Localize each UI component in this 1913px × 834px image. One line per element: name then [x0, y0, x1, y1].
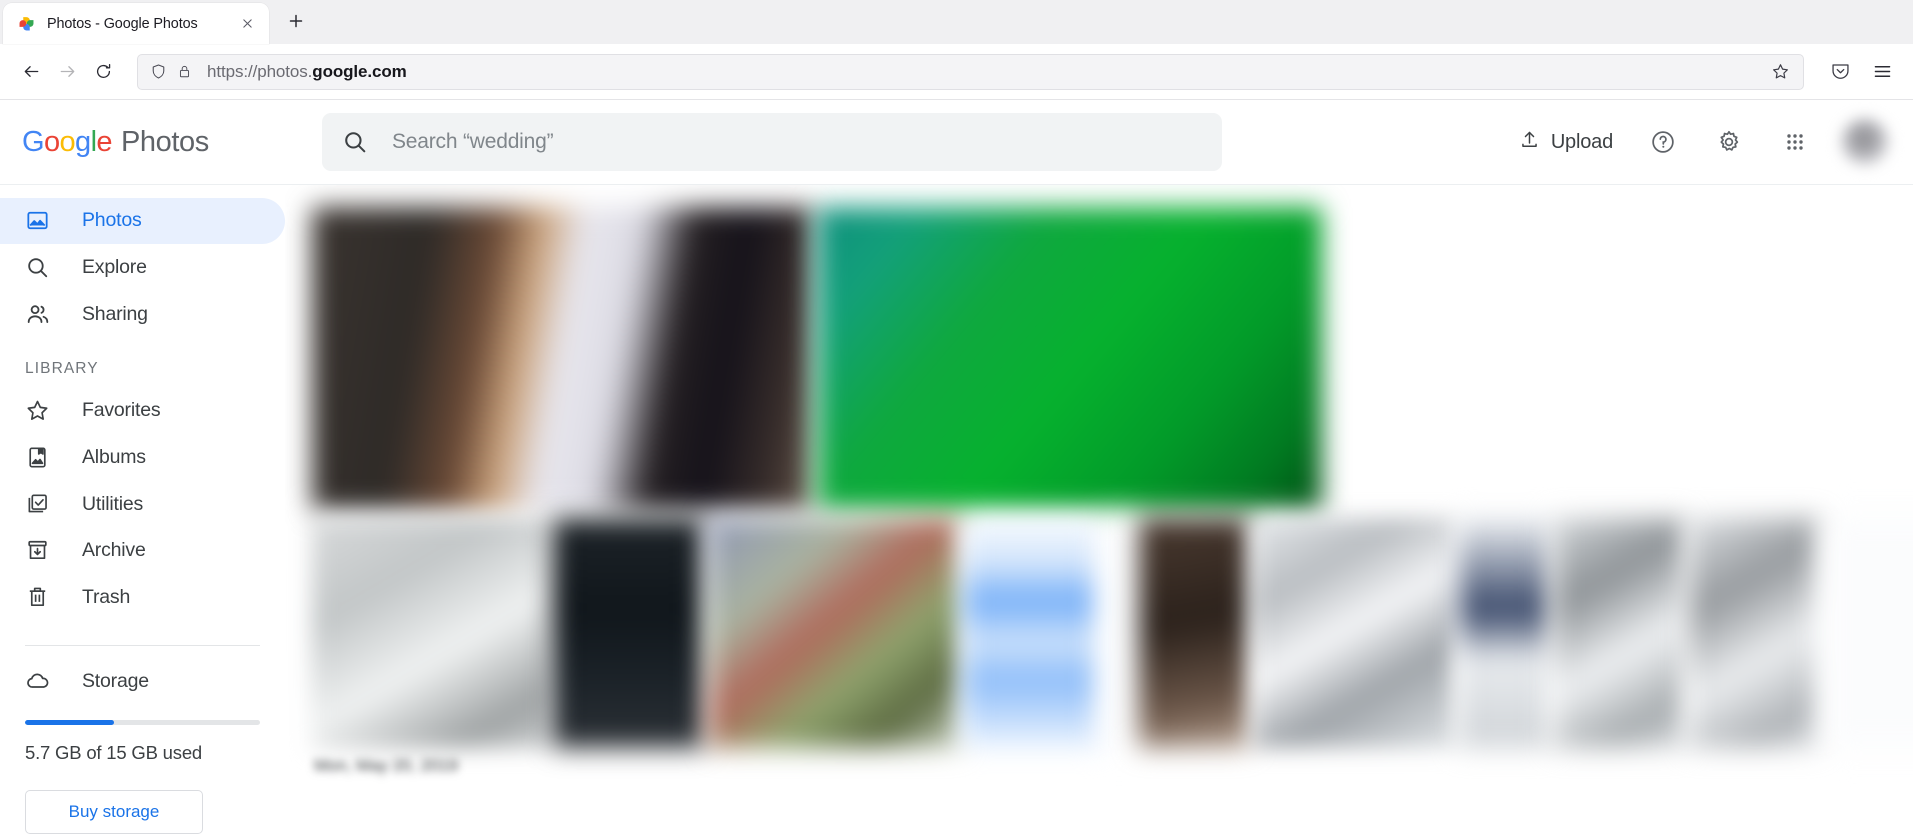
- photo-thumbnail[interactable]: [1824, 518, 1913, 748]
- upload-label: Upload: [1550, 130, 1613, 153]
- storage-progress-fill: [25, 720, 115, 726]
- tab-strip: Photos - Google Photos: [0, 0, 1913, 44]
- photo-thumbnail[interactable]: [1254, 518, 1454, 748]
- storage-usage-text: 5.7 GB of 15 GB used: [25, 742, 202, 764]
- google-photos-pinwheel-icon: [17, 14, 36, 33]
- photo-thumbnail[interactable]: [1459, 518, 1549, 748]
- close-icon[interactable]: [235, 12, 259, 36]
- sidebar-item-sharing[interactable]: Sharing: [0, 291, 285, 337]
- sidebar-item-favorites[interactable]: Favorites: [0, 388, 285, 434]
- sidebar-item-photos[interactable]: Photos: [0, 198, 285, 244]
- forward-arrow-icon[interactable]: [49, 54, 85, 90]
- google-photos-app: Google Photos Search “wedding” Upload Ph…: [0, 100, 1913, 834]
- new-tab-button[interactable]: [279, 6, 313, 40]
- sidebar: Photos Explore Sharing LIBRARY Favorites…: [0, 185, 285, 834]
- sidebar-item-label: Sharing: [82, 302, 148, 325]
- upload-icon: [1519, 129, 1540, 156]
- people-icon: [25, 301, 55, 327]
- browser-window: Photos - Google Photos https://photos.go…: [0, 0, 1913, 834]
- photo-group: [312, 207, 1913, 510]
- app-header: Google Photos Search “wedding” Upload: [0, 100, 1913, 185]
- sidebar-section-label: LIBRARY: [25, 359, 99, 377]
- photo-group-date: Mon, May 20, 2019: [314, 756, 458, 775]
- google-wordmark: Google: [22, 125, 113, 158]
- avatar[interactable]: [1841, 118, 1889, 166]
- header-actions: Upload: [1515, 118, 1889, 166]
- google-photos-logo[interactable]: Google Photos: [22, 126, 322, 159]
- trash-icon: [25, 585, 55, 610]
- photo-thumbnail[interactable]: [709, 518, 959, 748]
- help-circle-icon[interactable]: [1643, 122, 1683, 162]
- product-name: Photos: [120, 125, 209, 158]
- back-arrow-icon[interactable]: [13, 54, 49, 90]
- photo-thumbnail[interactable]: [1689, 518, 1819, 748]
- cloud-icon: [25, 668, 55, 694]
- star-outline-icon: [25, 398, 55, 423]
- storage-section: Storage 5.7 GB of 15 GB used Buy storage: [0, 646, 285, 834]
- sidebar-item-trash[interactable]: Trash: [0, 574, 285, 620]
- reload-icon[interactable]: [85, 54, 121, 90]
- photo-thumbnail[interactable]: [312, 207, 812, 510]
- sidebar-item-label: Trash: [82, 585, 131, 608]
- archive-box-icon: [25, 538, 55, 563]
- photo-thumbnail[interactable]: [1139, 518, 1249, 748]
- photo-thumbnail[interactable]: [817, 207, 1322, 510]
- upload-button[interactable]: Upload: [1515, 123, 1617, 162]
- star-icon[interactable]: [1765, 57, 1795, 87]
- url-bar[interactable]: https://photos.google.com: [137, 53, 1804, 90]
- photo-grid: Mon, May 20, 2019: [285, 185, 1913, 834]
- sidebar-item-label: Favorites: [82, 399, 161, 422]
- pocket-icon[interactable]: [1822, 54, 1858, 90]
- sidebar-item-label: Utilities: [82, 492, 144, 515]
- search-box[interactable]: [322, 113, 1222, 171]
- browser-tab[interactable]: Photos - Google Photos: [3, 3, 269, 44]
- storage-label: Storage: [82, 669, 149, 692]
- browser-navigation-bar: https://photos.google.com: [0, 44, 1913, 100]
- sidebar-item-utilities[interactable]: Utilities: [0, 481, 285, 527]
- storage-header[interactable]: Storage: [25, 668, 260, 694]
- search-icon: [342, 129, 368, 155]
- browser-toolbar-right: [1822, 54, 1900, 90]
- lock-icon[interactable]: [177, 64, 192, 79]
- sidebar-item-label: Explore: [82, 255, 147, 278]
- search-container: [322, 113, 1222, 171]
- tab-title: Photos - Google Photos: [47, 15, 198, 32]
- storage-progress-bar: [25, 720, 260, 726]
- buy-storage-button[interactable]: Buy storage: [25, 790, 203, 834]
- photo-row: [312, 518, 1913, 748]
- sidebar-item-archive[interactable]: Archive: [0, 528, 285, 574]
- sidebar-item-explore[interactable]: Explore: [0, 245, 285, 291]
- sidebar-item-label: Photos: [82, 209, 142, 232]
- plus-icon: [288, 13, 304, 34]
- photo-group: Mon, May 20, 2019: [312, 518, 1913, 776]
- search-icon: [25, 255, 55, 280]
- album-icon: [25, 445, 55, 470]
- hamburger-menu-icon[interactable]: [1864, 54, 1900, 90]
- shield-icon[interactable]: [150, 63, 167, 80]
- photo-thumbnail[interactable]: [312, 518, 547, 748]
- gear-icon[interactable]: [1709, 122, 1749, 162]
- apps-grid-icon[interactable]: [1775, 122, 1815, 162]
- app-body: Photos Explore Sharing LIBRARY Favorites…: [0, 185, 1913, 834]
- sidebar-item-label: Albums: [82, 445, 146, 468]
- sidebar-item-albums[interactable]: Albums: [0, 435, 285, 481]
- photo-thumbnail[interactable]: [552, 518, 704, 748]
- photo-thumbnail[interactable]: [964, 518, 1099, 748]
- photo-thumbnail[interactable]: [1554, 518, 1684, 748]
- search-input[interactable]: [392, 130, 1202, 154]
- photo-row: [312, 207, 1913, 510]
- sidebar-item-label: Archive: [82, 539, 146, 562]
- utilities-checkbox-icon: [25, 492, 55, 517]
- photo-thumbnail[interactable]: [1104, 518, 1134, 748]
- photo-icon: [25, 208, 55, 233]
- url-text: https://photos.google.com: [207, 61, 407, 81]
